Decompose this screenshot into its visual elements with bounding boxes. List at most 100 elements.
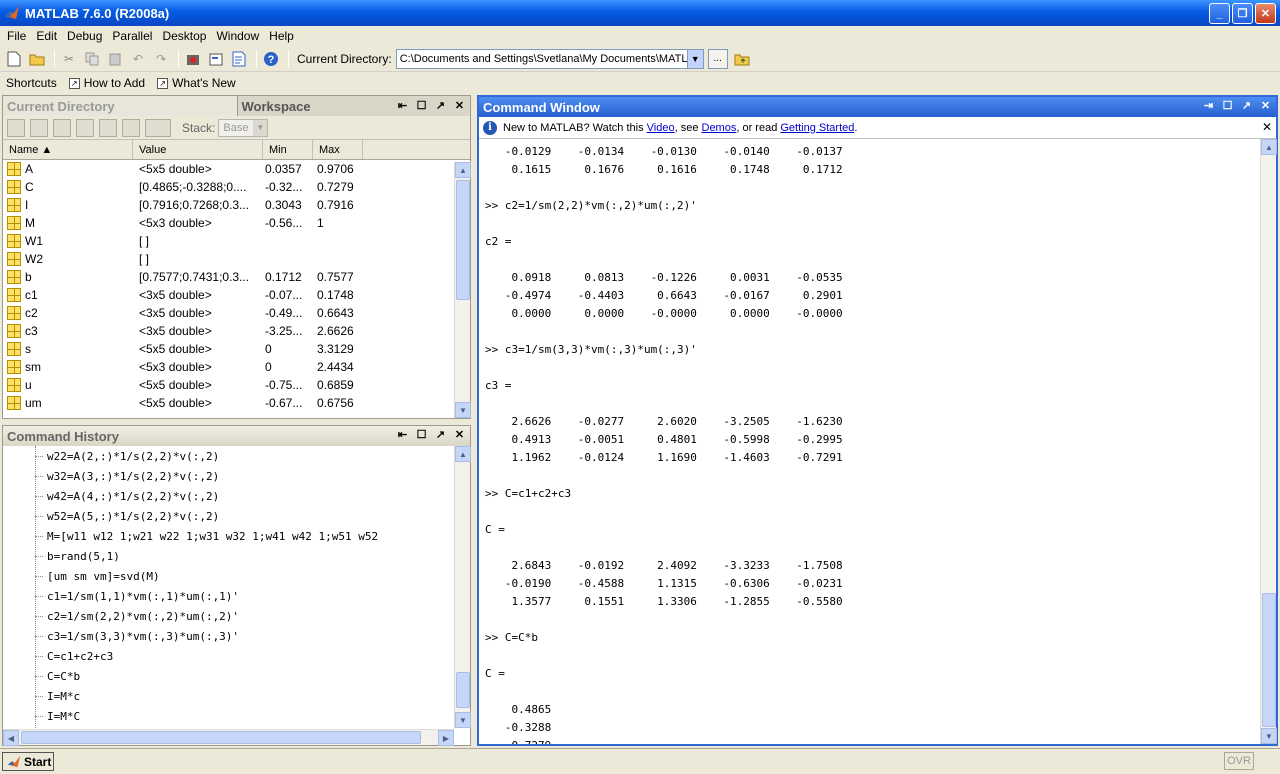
close-button[interactable]: ✕ [1255, 3, 1276, 24]
history-entry[interactable]: w52=A(5,:)*1/s(2,2)*v(:,2) [3, 506, 454, 526]
open-selection-icon[interactable] [30, 118, 48, 137]
column-value[interactable]: Value [133, 140, 263, 159]
up-folder-button[interactable] [732, 49, 752, 69]
scroll-thumb[interactable] [21, 731, 421, 744]
demos-link[interactable]: Demos [702, 122, 737, 134]
help-button[interactable]: ? [261, 49, 281, 69]
workspace-row[interactable]: b [0.7577;0.7431;0.3... 0.1712 0.7577 [3, 268, 470, 286]
guide-button[interactable] [206, 49, 226, 69]
history-entry[interactable]: w42=A(4,:)*1/s(2,2)*v(:,2) [3, 486, 454, 506]
import-data-icon[interactable] [53, 118, 71, 137]
history-entry[interactable]: C=c1+c2+c3 [3, 646, 454, 666]
simulink-button[interactable] [183, 49, 203, 69]
minimize-button[interactable]: _ [1209, 3, 1230, 24]
menu-debug[interactable]: Debug [62, 29, 107, 43]
profiler-button[interactable] [229, 49, 249, 69]
maximize-panel-icon[interactable]: ☐ [1221, 99, 1234, 112]
undock-icon[interactable]: ⇤ [396, 428, 409, 441]
undock-icon[interactable]: ⇥ [1202, 99, 1215, 112]
menu-edit[interactable]: Edit [31, 29, 62, 43]
scroll-right-icon[interactable]: ▶ [438, 730, 454, 746]
paste-button[interactable] [105, 49, 125, 69]
getting-started-link[interactable]: Getting Started [780, 122, 854, 134]
save-icon[interactable] [76, 118, 94, 137]
history-entry[interactable]: c1=1/sm(1,1)*vm(:,1)*um(:,1)' [3, 586, 454, 606]
workspace-row[interactable]: M <5x3 double> -0.56... 1 [3, 214, 470, 232]
column-min[interactable]: Min [263, 140, 313, 159]
pin-icon[interactable]: ↗ [434, 99, 447, 112]
new-file-button[interactable] [4, 49, 24, 69]
how-to-add-shortcut[interactable]: ↗ How to Add [68, 76, 145, 90]
command-output[interactable]: -0.0129 -0.0134 -0.0130 -0.0140 -0.0137 … [479, 139, 1258, 744]
close-panel-icon[interactable]: ✕ [453, 99, 466, 112]
close-panel-icon[interactable]: ✕ [453, 428, 466, 441]
workspace-row[interactable]: I [0.7916;0.7268;0.3... 0.3043 0.7916 [3, 196, 470, 214]
close-panel-icon[interactable]: ✕ [1259, 99, 1272, 112]
workspace-row[interactable]: W2 [ ] [3, 250, 470, 268]
plot-icon[interactable] [145, 118, 171, 137]
whats-new-shortcut[interactable]: ↗ What's New [157, 76, 236, 90]
workspace-row[interactable]: s <5x5 double> 0 3.3129 [3, 340, 470, 358]
close-info-icon[interactable]: ✕ [1262, 120, 1272, 134]
pin-icon[interactable]: ↗ [434, 428, 447, 441]
history-entry[interactable]: w32=A(3,:)*1/s(2,2)*v(:,2) [3, 466, 454, 486]
history-vscroll[interactable]: ▲ ▼ [454, 446, 471, 728]
scroll-down-icon[interactable]: ▼ [1261, 728, 1277, 744]
history-entry[interactable]: [um sm vm]=svd(M) [3, 566, 454, 586]
history-hscroll[interactable]: ◀ ▶ [3, 729, 454, 746]
scroll-up-icon[interactable]: ▲ [1261, 139, 1277, 155]
new-variable-icon[interactable] [7, 118, 25, 137]
copy-button[interactable] [82, 49, 102, 69]
workspace-row[interactable]: u <5x5 double> -0.75... 0.6859 [3, 376, 470, 394]
workspace-row[interactable]: c2 <3x5 double> -0.49... 0.6643 [3, 304, 470, 322]
maximize-panel-icon[interactable]: ☐ [415, 428, 428, 441]
undock-icon[interactable]: ⇤ [396, 99, 409, 112]
scroll-thumb[interactable] [456, 672, 470, 708]
history-entry[interactable]: I=M*C [3, 706, 454, 726]
history-entry[interactable]: C=C*b [3, 666, 454, 686]
workspace-row[interactable]: A <5x5 double> 0.0357 0.9706 [3, 160, 470, 178]
scroll-thumb[interactable] [456, 180, 470, 300]
scroll-up-icon[interactable]: ▲ [455, 162, 471, 178]
history-entry[interactable]: w22=A(2,:)*1/s(2,2)*v(:,2) [3, 446, 454, 466]
chevron-down-icon[interactable]: ▼ [686, 49, 703, 68]
workspace-row[interactable]: um <5x5 double> -0.67... 0.6756 [3, 394, 470, 412]
menu-window[interactable]: Window [211, 29, 264, 43]
history-entry[interactable]: I=M*c [3, 686, 454, 706]
scroll-down-icon[interactable]: ▼ [455, 712, 471, 728]
scroll-thumb[interactable] [1262, 593, 1276, 727]
maximize-button[interactable]: ❐ [1232, 3, 1253, 24]
menu-desktop[interactable]: Desktop [157, 29, 211, 43]
shortcuts-menu[interactable]: Shortcuts [6, 76, 57, 90]
delete-icon[interactable] [122, 118, 140, 137]
workspace-row[interactable]: c3 <3x5 double> -3.25... 2.6626 [3, 322, 470, 340]
command-window-scrollbar[interactable]: ▲ ▼ [1260, 139, 1277, 744]
undo-button[interactable]: ↶ [128, 49, 148, 69]
current-directory-combo[interactable]: C:\Documents and Settings\Svetlana\My Do… [395, 48, 704, 69]
browse-directory-button[interactable]: ... [707, 48, 728, 69]
open-file-button[interactable] [27, 49, 47, 69]
menu-file[interactable]: File [2, 29, 31, 43]
maximize-panel-icon[interactable]: ☐ [415, 99, 428, 112]
workspace-row[interactable]: W1 [ ] [3, 232, 470, 250]
scroll-left-icon[interactable]: ◀ [3, 730, 19, 746]
workspace-scrollbar[interactable]: ▲ ▼ [454, 162, 471, 418]
video-link[interactable]: Video [647, 122, 675, 134]
redo-button[interactable]: ↷ [151, 49, 171, 69]
column-name[interactable]: Name ▲ [3, 140, 133, 159]
history-entry[interactable]: c3=1/sm(3,3)*vm(:,3)*um(:,3)' [3, 626, 454, 646]
workspace-row[interactable]: sm <5x3 double> 0 2.4434 [3, 358, 470, 376]
workspace-row[interactable]: C [0.4865;-0.3288;0.... -0.32... 0.7279 [3, 178, 470, 196]
scroll-down-icon[interactable]: ▼ [455, 402, 471, 418]
start-button[interactable]: Start [2, 752, 54, 771]
print-icon[interactable] [99, 118, 117, 137]
history-entry[interactable]: M=[w11 w12 1;w21 w22 1;w31 w32 1;w41 w42… [3, 526, 454, 546]
cut-button[interactable]: ✂ [59, 49, 79, 69]
pin-icon[interactable]: ↗ [1240, 99, 1253, 112]
menu-help[interactable]: Help [264, 29, 299, 43]
history-entry[interactable]: b=rand(5,1) [3, 546, 454, 566]
menu-parallel[interactable]: Parallel [107, 29, 157, 43]
column-max[interactable]: Max [313, 140, 363, 159]
tab-current-directory[interactable]: Current Directory [3, 96, 237, 116]
history-entry[interactable]: c2=1/sm(2,2)*vm(:,2)*um(:,2)' [3, 606, 454, 626]
